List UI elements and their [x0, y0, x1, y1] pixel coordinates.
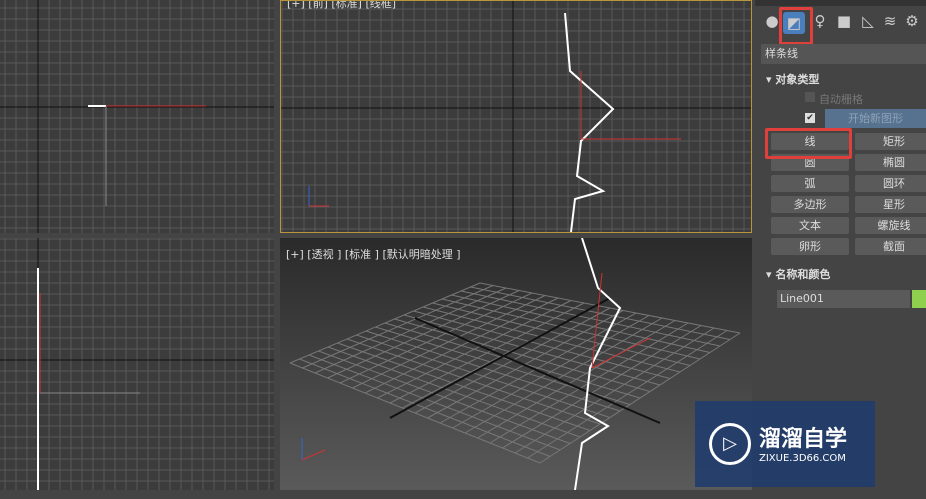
helpers-tab-icon[interactable]: ◺	[857, 10, 879, 32]
object-type-header[interactable]: ▾ 对象类型	[766, 71, 819, 87]
object-color-swatch[interactable]	[912, 290, 926, 308]
shape-button[interactable]: 圆环	[855, 175, 926, 192]
shape-button[interactable]: 矩形	[855, 133, 926, 150]
shape-button[interactable]: 多边形	[771, 196, 849, 213]
shape-button[interactable]: 螺旋线	[855, 217, 926, 234]
spacewarps-tab-icon[interactable]: ≋	[879, 10, 901, 32]
start-new-checkbox[interactable]: ✔	[805, 113, 815, 123]
viewport-bottom-left[interactable]	[0, 238, 274, 490]
autogrid-label: 自动栅格	[819, 93, 863, 106]
cameras-tab-icon[interactable]: ■	[833, 10, 855, 32]
shape-button[interactable]: 弧	[771, 175, 849, 192]
viewport-label[interactable]: [+] [前] [标准] [线框]	[287, 1, 396, 11]
viewport-perspective[interactable]: [+] [透视 ] [标准 ] [默认明暗处理 ]	[280, 238, 752, 490]
shape-button[interactable]: 截面	[855, 238, 926, 255]
viewport-top-left[interactable]	[0, 0, 274, 233]
shape-button[interactable]: 文本	[771, 217, 849, 234]
object-name-input[interactable]: Line001	[777, 290, 910, 308]
autogrid-checkbox[interactable]	[805, 92, 815, 102]
shape-button[interactable]: 椭圆	[855, 154, 926, 171]
name-color-header[interactable]: ▾ 名称和颜色	[766, 266, 830, 282]
viewport-front[interactable]: [+] [前] [标准] [线框]	[280, 0, 752, 233]
shape-button[interactable]: 星形	[855, 196, 926, 213]
highlight	[779, 7, 813, 45]
spline-line	[564, 12, 615, 232]
watermark-url: ZIXUE.3D66.COM	[759, 453, 846, 464]
highlight	[765, 128, 852, 159]
systems-tab-icon[interactable]: ⚙	[901, 10, 923, 32]
viewport-label[interactable]: [+] [透视 ] [标准 ] [默认明暗处理 ]	[286, 246, 461, 262]
grid-line	[414, 317, 661, 424]
shape-button[interactable]: 卵形	[771, 238, 849, 255]
watermark-title: 溜溜自学	[759, 427, 848, 452]
start-new-shape-button[interactable]: 开始新图形	[825, 109, 926, 128]
play-logo-icon: ▷	[709, 423, 751, 465]
grid-line	[301, 449, 326, 461]
category-dropdown[interactable]: 样条线	[761, 44, 926, 64]
watermark: ▷ 溜溜自学 ZIXUE.3D66.COM	[695, 401, 875, 487]
